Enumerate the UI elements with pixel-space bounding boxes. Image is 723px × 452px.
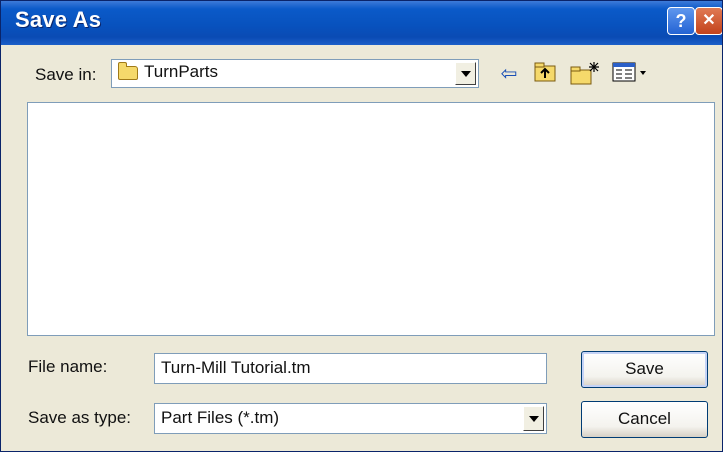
view-menu-icon[interactable] [611, 61, 651, 87]
chevron-down-icon[interactable] [455, 62, 476, 85]
up-one-level-icon[interactable] [531, 61, 559, 87]
file-list-view[interactable] [27, 102, 715, 336]
save-button[interactable]: Save [581, 351, 708, 388]
folder-icon [118, 62, 138, 80]
help-button[interactable]: ? [667, 7, 695, 35]
back-icon[interactable]: ⇦ [497, 61, 521, 87]
close-button[interactable]: ✕ [695, 7, 722, 35]
save-as-dialog: Save As ? ✕ Save in: TurnParts ⇦ File na… [0, 0, 723, 452]
save-as-type-label: Save as type: [28, 408, 132, 427]
file-name-label: File name: [28, 357, 108, 376]
save-in-dropdown[interactable]: TurnParts [111, 59, 479, 88]
up-folder-icon [534, 62, 556, 82]
save-in-value: TurnParts [144, 62, 219, 81]
chevron-down-icon[interactable] [523, 406, 544, 431]
new-folder-icon [570, 62, 599, 85]
file-name-input[interactable]: Turn-Mill Tutorial.tm [154, 353, 547, 384]
cancel-button[interactable]: Cancel [581, 401, 708, 438]
save-as-type-dropdown[interactable]: Part Files (*.tm) [154, 403, 547, 434]
views-icon [612, 62, 646, 82]
save-in-label: Save in: [35, 65, 97, 84]
create-new-folder-icon[interactable] [569, 61, 601, 87]
title-bar[interactable]: Save As ? ✕ [1, 1, 722, 45]
save-as-type-value: Part Files (*.tm) [161, 408, 280, 427]
window-title: Save As [15, 7, 102, 32]
